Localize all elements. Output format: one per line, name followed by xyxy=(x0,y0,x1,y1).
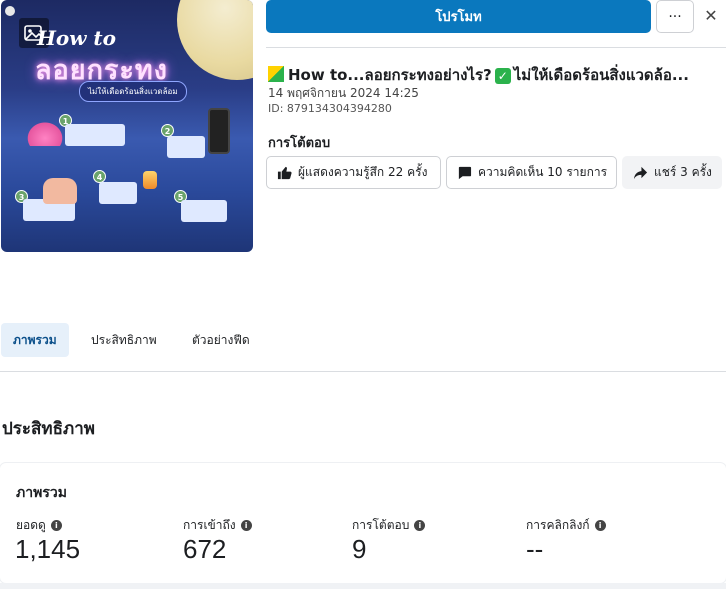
info-icon[interactable]: i xyxy=(594,520,606,531)
share-icon xyxy=(633,165,648,180)
metric-value-link-clicks: -- xyxy=(526,534,544,564)
comments-button[interactable]: ความคิดเห็น 10 รายการ xyxy=(446,156,617,189)
thumbs-up-icon xyxy=(277,165,292,180)
close-icon[interactable]: ✕ xyxy=(700,6,722,28)
metric-value-views: 1,145 xyxy=(15,534,81,564)
comment-icon xyxy=(457,165,472,180)
shares-button-label: แชร์ 3 ครั้ง xyxy=(654,165,712,179)
reactions-button[interactable]: ผู้แสดงความรู้สึก 22 ครั้ง xyxy=(266,156,441,189)
moon-graphic xyxy=(177,0,253,80)
metric-label-text: การคลิกลิงก์ xyxy=(526,518,590,532)
metric-label-text: ยอดดู xyxy=(16,518,46,532)
post-thumbnail[interactable]: How to ลอยกระทง ไม่ให้เดือดร้อนสิ่งแวดล้… xyxy=(1,0,253,252)
post-id: ID: 879134304394280 xyxy=(268,102,392,115)
metric-label-views: ยอดดู i xyxy=(16,516,62,535)
metric-label-text: การเข้าถึง xyxy=(183,518,236,532)
overview-title: ภาพรวม xyxy=(16,485,67,501)
check-mark-icon: ✓ xyxy=(494,68,511,84)
metric-value-engagement: 9 xyxy=(352,534,367,564)
metric-label-engagement: การโต้ตอบ i xyxy=(352,516,426,535)
tab-overview[interactable]: ภาพรวม xyxy=(1,323,69,357)
more-options-button[interactable]: ··· xyxy=(656,0,694,33)
reactions-heading: การโต้ตอบ xyxy=(268,136,331,151)
metric-value-reach: 672 xyxy=(183,534,227,564)
step-card xyxy=(99,182,137,204)
family-graphic xyxy=(43,178,77,204)
phone-graphic xyxy=(208,108,230,154)
lantern-graphic xyxy=(143,171,157,189)
info-icon[interactable]: i xyxy=(240,520,252,531)
metric-label-reach: การเข้าถึง i xyxy=(183,516,252,535)
metric-label-link-clicks: การคลิกลิงก์ i xyxy=(526,516,606,535)
reactions-button-label: ผู้แสดงความรู้สึก 22 ครั้ง xyxy=(298,165,428,179)
performance-section-title: ประสิทธิภาพ xyxy=(2,419,95,439)
shares-button[interactable]: แชร์ 3 ครั้ง xyxy=(622,156,722,189)
thumbnail-subtitle: ไม่ให้เดือดร้อนสิ่งแวดล้อม xyxy=(79,81,187,102)
post-date: 14 พฤศจิกายน 2024 14:25 xyxy=(268,86,419,100)
step-card xyxy=(167,136,205,158)
footer-band xyxy=(0,583,726,589)
promote-button[interactable]: โปรโมท xyxy=(266,0,651,33)
agency-logo xyxy=(5,6,15,16)
post-title-suffix: ไม่ให้เดือดร้อนสิ่งแวดล้อ... xyxy=(513,66,689,84)
beginner-mark-icon xyxy=(268,66,284,82)
tab-performance[interactable]: ประสิทธิภาพ xyxy=(79,323,169,357)
step-card xyxy=(65,124,125,146)
divider xyxy=(266,47,726,48)
step-card xyxy=(181,200,227,222)
post-title-text: How to...ลอยกระทงอย่างไร? xyxy=(288,66,492,84)
comments-button-label: ความคิดเห็น 10 รายการ xyxy=(478,165,608,179)
info-icon[interactable]: i xyxy=(50,520,62,531)
divider xyxy=(0,371,726,372)
thumbnail-headline-en: How to xyxy=(37,26,116,50)
metric-label-text: การโต้ตอบ xyxy=(352,518,410,532)
tab-feed-preview[interactable]: ตัวอย่างฟีด xyxy=(180,323,262,357)
info-icon[interactable]: i xyxy=(414,520,426,531)
